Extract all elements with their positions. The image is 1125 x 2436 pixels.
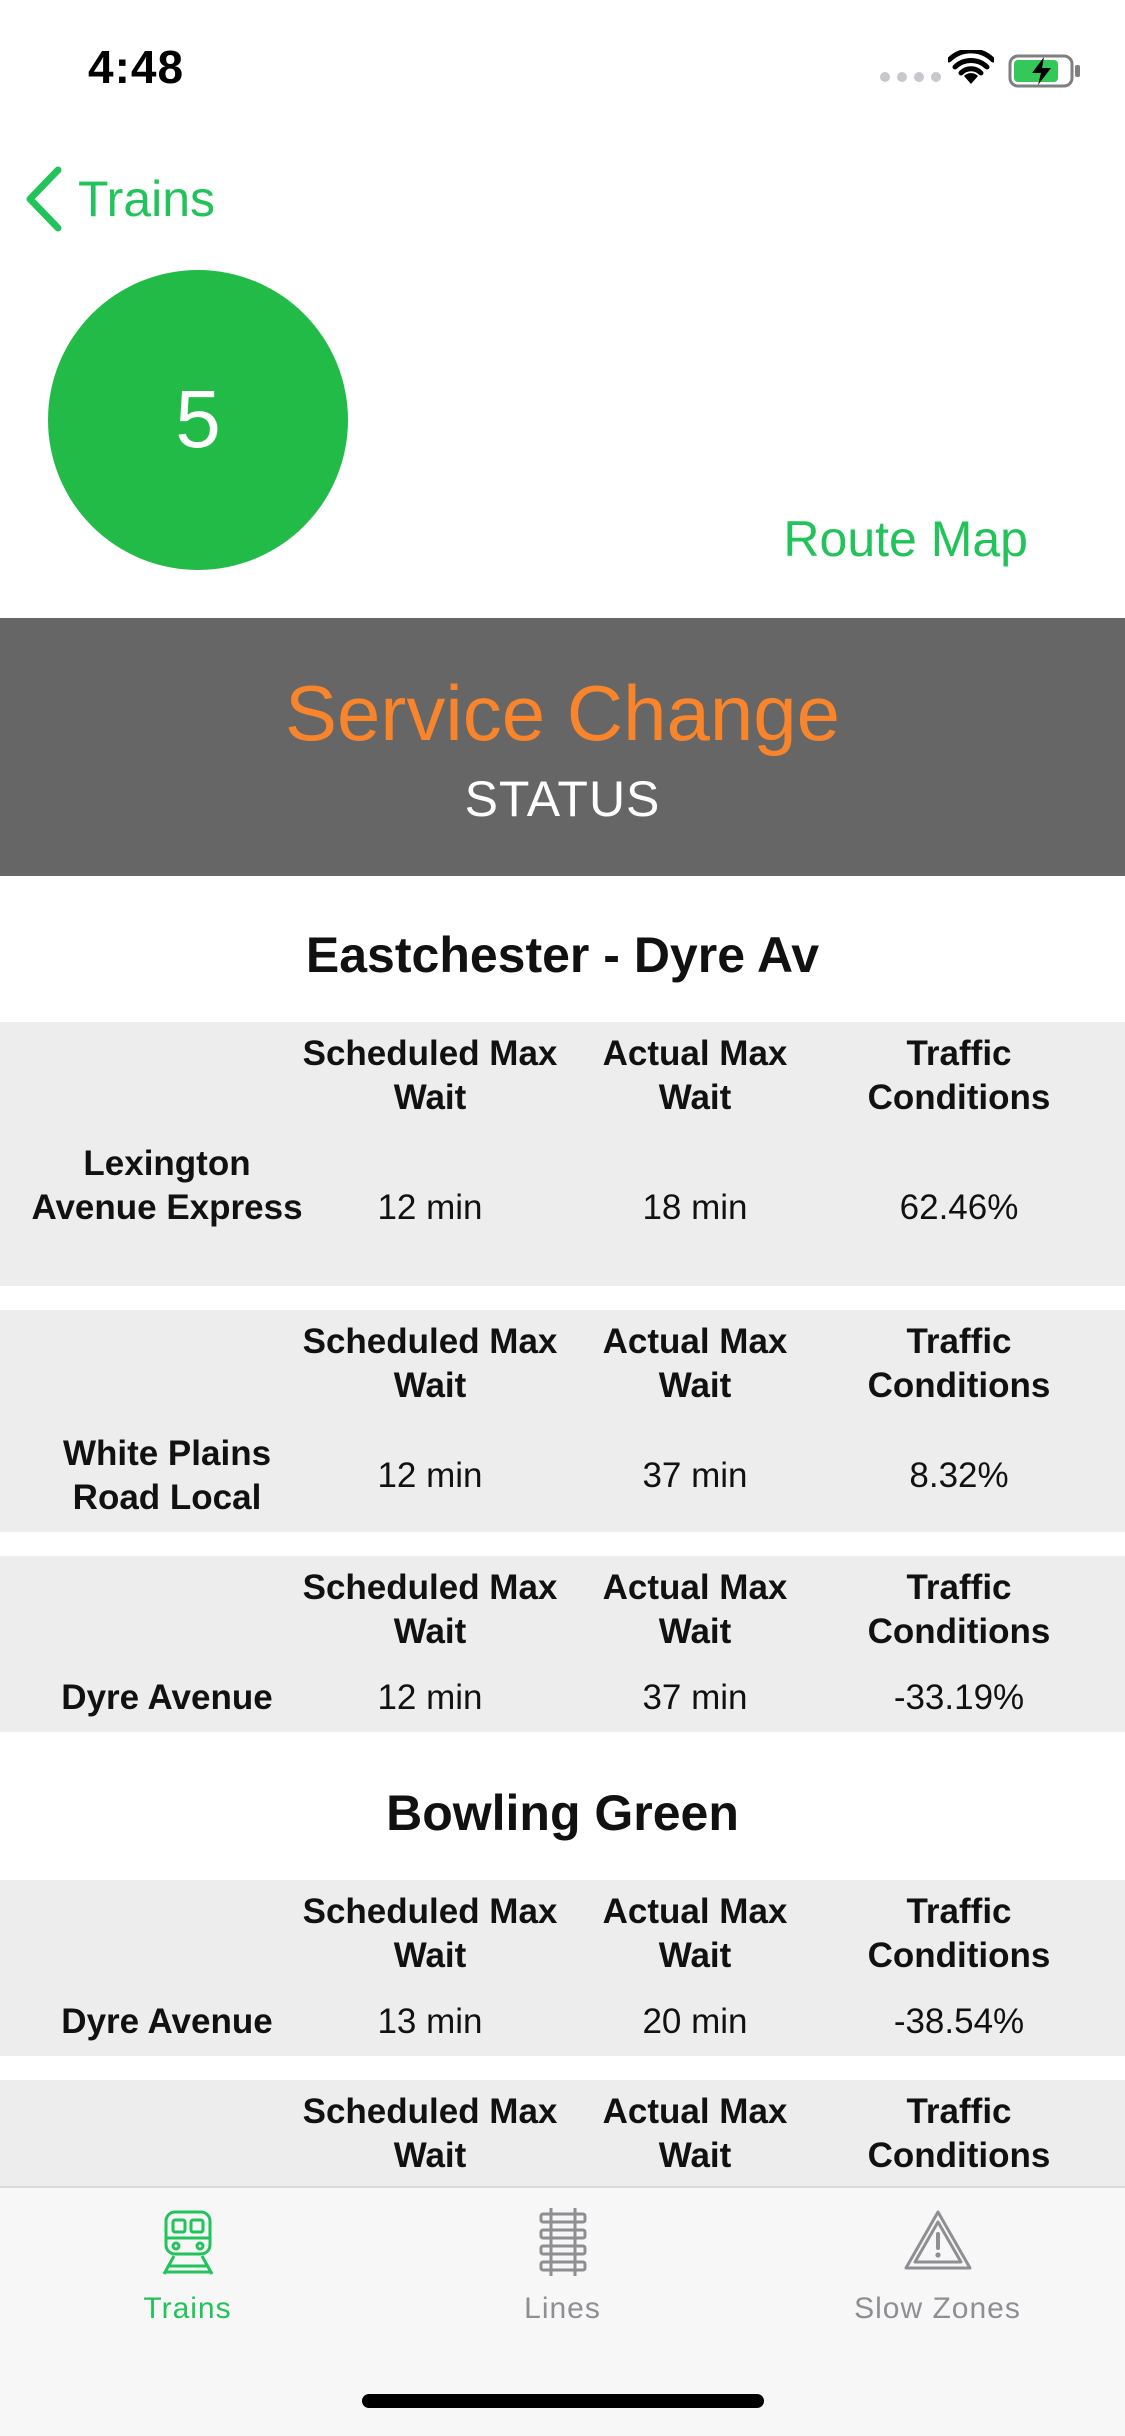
wifi-icon (948, 50, 994, 84)
scheduled-header: Scheduled Max Wait (302, 1322, 558, 1405)
actual-header: Actual Max Wait (602, 1034, 788, 1117)
traffic-value: 8.32% (909, 1456, 1009, 1495)
table-row: Scheduled Max Wait Actual Max Wait Traff… (0, 2080, 1125, 2200)
section-title: Eastchester - Dyre Av (305, 927, 820, 983)
traffic-value: -38.54% (893, 2002, 1025, 2041)
section-title: Bowling Green (386, 1785, 739, 1841)
actual-header: Actual Max Wait (602, 2092, 788, 2175)
line-name: Dyre Avenue (61, 2002, 273, 2041)
scheduled-header: Scheduled Max Wait (302, 1034, 558, 1117)
battery-charging-icon (1008, 54, 1080, 88)
table-row: Scheduled Max Wait Actual Max Wait Traff… (0, 1556, 1125, 1732)
cellular-signal-icon (880, 72, 941, 82)
actual-header: Actual Max Wait (602, 1892, 788, 1975)
scheduled-header: Scheduled Max Wait (302, 2092, 558, 2175)
status-label: STATUS (464, 771, 661, 827)
actual-value: 37 min (642, 1678, 748, 1717)
warning-icon (904, 2210, 971, 2270)
home-indicator[interactable] (362, 2394, 764, 2408)
train-icon (162, 2210, 213, 2275)
traffic-header: Traffic Conditions (867, 1892, 1051, 1975)
route-map-button[interactable]: Route Map (783, 510, 1028, 568)
scheduled-header: Scheduled Max Wait (302, 1568, 558, 1651)
traffic-header: Traffic Conditions (867, 1322, 1051, 1405)
line-name: Dyre Avenue (61, 1678, 273, 1717)
traffic-header: Traffic Conditions (867, 1034, 1051, 1117)
scheduled-value: 12 min (377, 1678, 483, 1717)
traffic-header: Traffic Conditions (867, 1568, 1051, 1651)
actual-value: 37 min (642, 1456, 748, 1495)
actual-header: Actual Max Wait (602, 1322, 788, 1405)
actual-value: 18 min (642, 1188, 748, 1227)
status-title: Service Change (285, 669, 840, 757)
tab-slow-zones[interactable]: Slow Zones (750, 2206, 1125, 2326)
route-number: 5 (175, 374, 221, 465)
tab-lines[interactable]: Lines (375, 2206, 750, 2326)
traffic-value: -33.19% (893, 1678, 1025, 1717)
status-time: 4:48 (88, 41, 185, 93)
line-name: White Plains Road Local (62, 1434, 272, 1517)
back-button[interactable]: Trains (24, 166, 215, 232)
chevron-left-icon (26, 166, 62, 232)
actual-value: 20 min (642, 2002, 748, 2041)
status-bar: 4:48 (0, 0, 1125, 132)
scheduled-value: 12 min (377, 1456, 483, 1495)
table-row: Scheduled Max Wait Actual Max Wait Traff… (0, 1022, 1125, 1286)
back-button-label: Trains (78, 171, 216, 227)
tab-trains[interactable]: Trains (0, 2206, 375, 2326)
traffic-value: 62.46% (899, 1188, 1019, 1227)
scheduled-value: 13 min (377, 2002, 483, 2041)
rail-track-icon (539, 2208, 586, 2276)
scheduled-header: Scheduled Max Wait (302, 1892, 558, 1975)
route-badge: 5 (48, 270, 348, 570)
actual-header: Actual Max Wait (602, 1568, 788, 1651)
line-name: Lexington Avenue Express (31, 1144, 303, 1227)
table-row: Scheduled Max Wait Actual Max Wait Traff… (0, 1310, 1125, 1532)
status-banner: Service Change STATUS (0, 618, 1125, 876)
traffic-header: Traffic Conditions (867, 2092, 1051, 2175)
scheduled-value: 12 min (377, 1188, 483, 1227)
tab-slow-zones-label: Slow Zones (854, 2292, 1021, 2325)
tab-trains-label: Trains (143, 2292, 232, 2325)
table-row: Scheduled Max Wait Actual Max Wait Traff… (0, 1880, 1125, 2056)
tab-lines-label: Lines (524, 2292, 601, 2325)
